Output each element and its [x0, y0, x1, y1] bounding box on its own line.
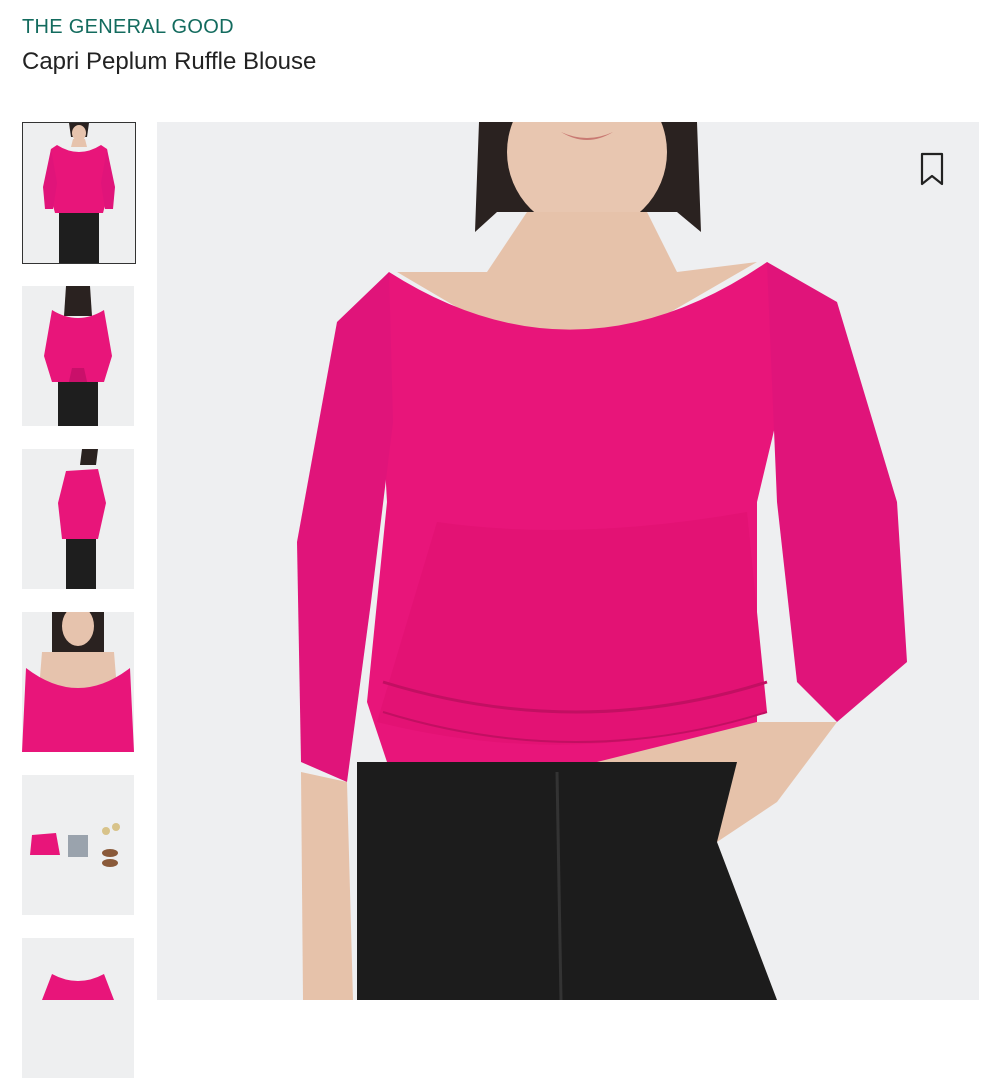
- thumbnail-back[interactable]: [22, 286, 134, 426]
- thumbnail-neckline-image: [22, 612, 134, 752]
- thumbnail-side-image: [22, 449, 134, 589]
- main-product-image[interactable]: [157, 122, 979, 1000]
- thumbnail-side[interactable]: [22, 449, 134, 589]
- bookmark-icon: [920, 152, 944, 186]
- thumbnail-front-crop[interactable]: [22, 938, 134, 1078]
- brand-name[interactable]: THE GENERAL GOOD: [22, 16, 234, 39]
- thumbnail-front[interactable]: [22, 122, 136, 264]
- model-photo: [157, 122, 979, 1000]
- thumbnail-neckline[interactable]: [22, 612, 134, 752]
- thumbnail-outfit[interactable]: [22, 775, 134, 915]
- save-bookmark-button[interactable]: [919, 152, 945, 186]
- thumbnail-front-crop-image: [22, 938, 134, 1078]
- thumbnail-back-image: [22, 286, 134, 426]
- thumbnail-outfit-image: [22, 775, 134, 915]
- product-title: Capri Peplum Ruffle Blouse: [22, 48, 317, 75]
- thumbnail-front-image: [23, 123, 135, 263]
